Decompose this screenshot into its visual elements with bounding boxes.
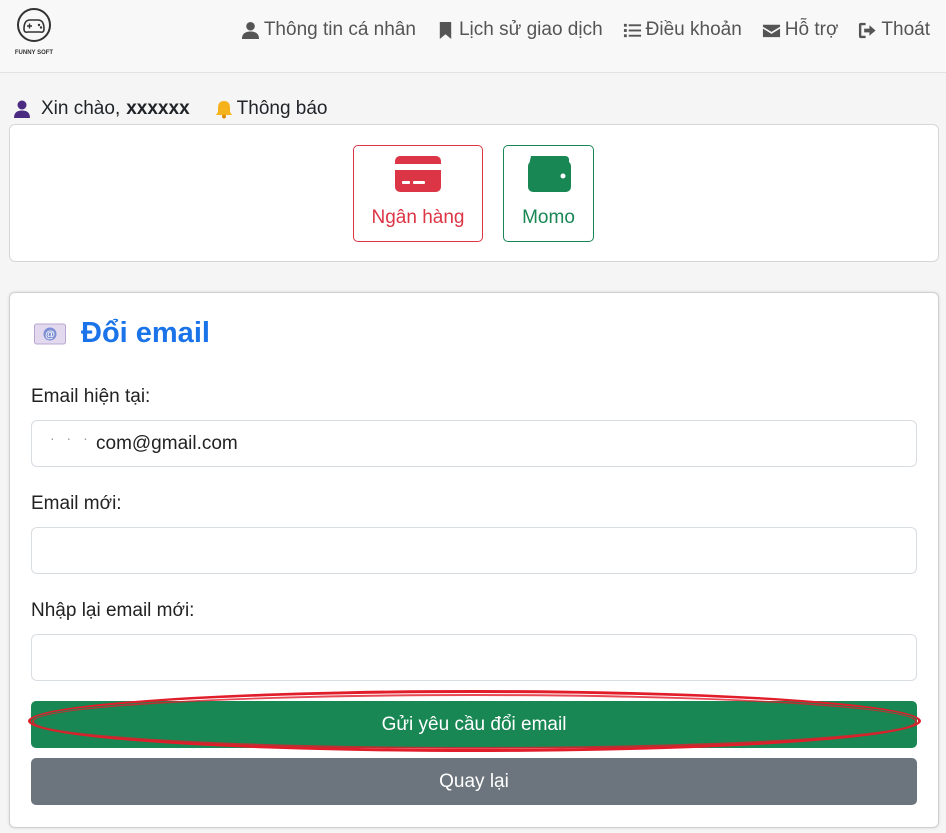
bank-button[interactable]: Ngân hàng (353, 145, 483, 242)
nav-profile[interactable]: Thông tin cá nhân (241, 19, 416, 41)
nav-history[interactable]: Lịch sử giao dịch (436, 19, 603, 41)
new-email-label: Email mới: (31, 493, 122, 514)
form-title-text: Đổi email (81, 317, 210, 349)
greeting-bar: Xin chào, xxxxxx Thông báo (12, 98, 328, 120)
user-avatar-icon (14, 100, 30, 118)
nav-support[interactable]: Hỗ trợ (762, 19, 839, 41)
navbar: FUNNY SOFT Thông tin cá nhân Lịch sử gia… (0, 0, 946, 73)
momo-label: Momo (522, 207, 575, 228)
notifications-link[interactable]: Thông báo (237, 98, 328, 120)
email-at-icon: @ (34, 323, 66, 344)
bookmark-icon (439, 21, 452, 39)
list-icon (623, 23, 641, 37)
new-email-input[interactable] (31, 527, 917, 574)
bank-label: Ngân hàng (371, 207, 465, 228)
back-button[interactable]: Quay lại (31, 758, 917, 805)
current-email-input[interactable] (31, 420, 917, 467)
masked-email-prefix: · · · (50, 430, 92, 446)
nav-links: Thông tin cá nhân Lịch sử giao dịch Điều… (241, 19, 930, 41)
logo[interactable]: FUNNY SOFT (14, 7, 54, 59)
nav-logout-label: Thoát (881, 19, 930, 40)
confirm-email-label: Nhập lại email mới: (31, 600, 195, 621)
svg-text:@: @ (45, 329, 55, 340)
gamepad-logo-icon: FUNNY SOFT (15, 8, 54, 56)
form-title: @ Đổi email (34, 317, 210, 350)
momo-button[interactable]: Momo (503, 145, 594, 242)
payment-methods-card: Ngân hàng Momo (9, 124, 939, 262)
change-email-card: @ Đổi email Email hiện tại: · · · Email … (9, 292, 939, 828)
confirm-email-input[interactable] (31, 634, 917, 681)
nav-terms-label: Điều khoản (645, 19, 742, 40)
user-icon (241, 21, 259, 39)
wallet-icon (527, 156, 571, 192)
nav-support-label: Hỗ trợ (784, 19, 839, 40)
credit-card-icon (395, 156, 441, 192)
username: xxxxxx (126, 98, 190, 119)
greeting-prefix: Xin chào, (41, 98, 121, 119)
nav-terms[interactable]: Điều khoản (623, 19, 742, 41)
current-email-label: Email hiện tại: (31, 386, 151, 407)
nav-logout[interactable]: Thoát (858, 19, 930, 41)
bell-icon (215, 101, 232, 119)
envelope-icon (762, 24, 780, 37)
nav-history-label: Lịch sử giao dịch (458, 19, 603, 40)
logo-text: FUNNY SOFT (15, 50, 54, 56)
sign-out-icon (859, 22, 876, 38)
submit-change-email-button[interactable]: Gửi yêu cầu đổi email (31, 701, 917, 748)
nav-profile-label: Thông tin cá nhân (263, 19, 416, 40)
